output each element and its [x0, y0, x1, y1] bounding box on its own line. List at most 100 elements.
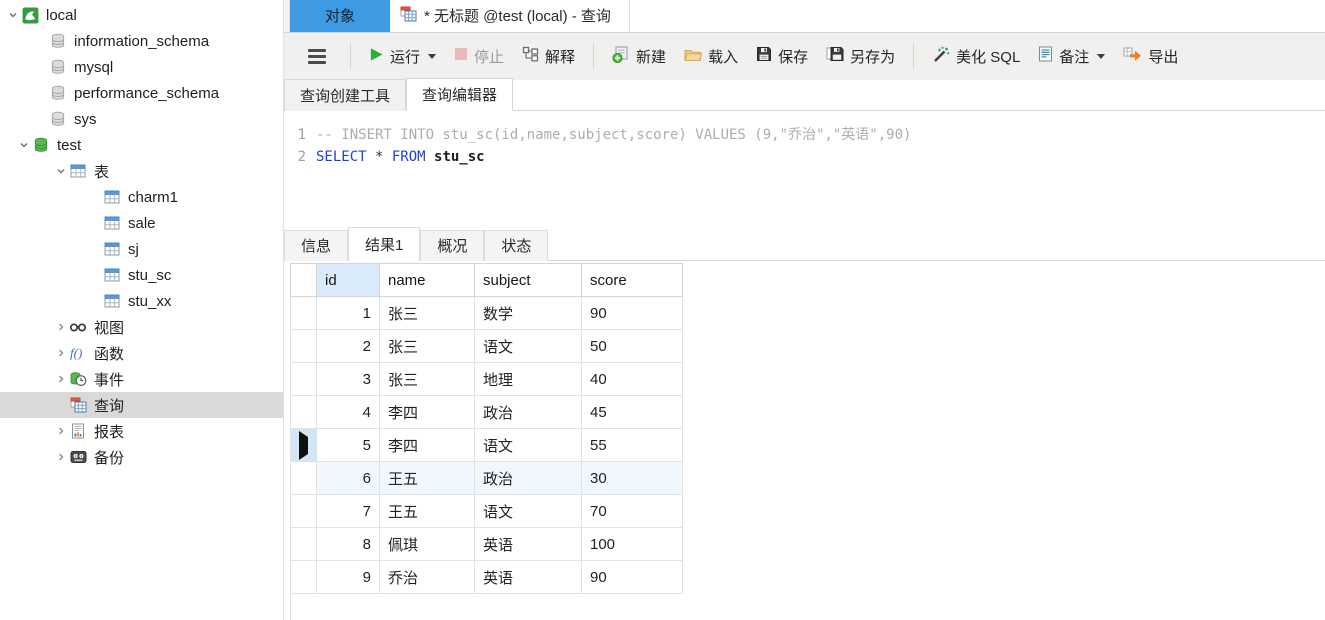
cell-name[interactable]: 李四	[379, 428, 475, 462]
row-selector[interactable]	[290, 329, 317, 363]
tree-item-information-schema[interactable]: information_schema	[0, 28, 283, 54]
cell-name[interactable]: 李四	[379, 395, 475, 429]
tree-item-views[interactable]: 视图	[0, 314, 283, 340]
tree-item-sj[interactable]: sj	[0, 236, 283, 262]
cell-subject[interactable]: 语文	[474, 329, 582, 363]
cell-score[interactable]: 70	[581, 494, 683, 528]
save-button[interactable]: 保存	[752, 42, 812, 71]
tree-item-charm1[interactable]: charm1	[0, 184, 283, 210]
row-selector-header[interactable]	[290, 263, 317, 297]
cell-subject[interactable]: 政治	[474, 461, 582, 495]
row-selector[interactable]	[290, 296, 317, 330]
column-header-name[interactable]: name	[379, 263, 475, 297]
tree-item-query[interactable]: 查询	[0, 392, 283, 418]
tree-item-mysql[interactable]: mysql	[0, 54, 283, 80]
cell-score[interactable]: 30	[581, 461, 683, 495]
cell-name[interactable]: 王五	[379, 494, 475, 528]
run-button[interactable]: 运行	[365, 42, 440, 71]
tree-item-test[interactable]: test	[0, 132, 283, 158]
cell-name[interactable]: 张三	[379, 296, 475, 330]
menu-button[interactable]	[298, 41, 336, 72]
cell-name[interactable]: 乔治	[379, 560, 475, 594]
sql-editor[interactable]: 1 -- INSERT INTO stu_sc(id,name,subject,…	[284, 110, 1325, 230]
tab-status[interactable]: 状态	[484, 230, 549, 261]
tree-item-performance-schema[interactable]: performance_schema	[0, 80, 283, 106]
report-icon	[69, 423, 87, 439]
cell-id[interactable]: 5	[316, 428, 380, 462]
cell-id[interactable]: 3	[316, 362, 380, 396]
tree-item-sys[interactable]: sys	[0, 106, 283, 132]
cell-id[interactable]: 9	[316, 560, 380, 594]
row-selector[interactable]	[290, 494, 317, 528]
tree-item-sale[interactable]: sale	[0, 210, 283, 236]
database-icon	[49, 59, 67, 75]
export-button[interactable]: 导出	[1119, 42, 1182, 71]
cell-subject[interactable]: 语文	[474, 428, 582, 462]
row-selector[interactable]	[290, 362, 317, 396]
save-as-button[interactable]: 另存为	[822, 42, 899, 71]
cell-name[interactable]: 佩琪	[379, 527, 475, 561]
tab-overview[interactable]: 概况	[420, 230, 485, 261]
cell-id[interactable]: 8	[316, 527, 380, 561]
tree-item-tables[interactable]: 表	[0, 158, 283, 184]
chevron-down-icon[interactable]	[52, 165, 69, 177]
cell-id[interactable]: 1	[316, 296, 380, 330]
chevron-right-icon[interactable]	[52, 425, 69, 437]
cell-subject[interactable]: 语文	[474, 494, 582, 528]
chevron-down-icon[interactable]	[15, 139, 32, 151]
cell-score[interactable]: 40	[581, 362, 683, 396]
tab-query-editor[interactable]: 查询编辑器	[406, 77, 514, 111]
chevron-right-icon[interactable]	[52, 321, 69, 333]
tree-item-stu-xx[interactable]: stu_xx	[0, 288, 283, 314]
tree-item-reports[interactable]: 报表	[0, 418, 283, 444]
tab-query[interactable]: * 无标题 @test (local) - 查询	[390, 0, 630, 32]
cell-subject[interactable]: 政治	[474, 395, 582, 429]
cell-name[interactable]: 王五	[379, 461, 475, 495]
cell-id[interactable]: 2	[316, 329, 380, 363]
cell-name[interactable]: 张三	[379, 329, 475, 363]
cell-score[interactable]: 90	[581, 560, 683, 594]
note-button[interactable]: 备注	[1034, 42, 1109, 71]
column-header-subject[interactable]: subject	[474, 263, 582, 297]
chevron-right-icon[interactable]	[52, 373, 69, 385]
column-header-id[interactable]: id	[316, 263, 380, 297]
views-icon	[69, 319, 87, 335]
row-selector[interactable]	[290, 560, 317, 594]
tab-objects[interactable]: 对象	[290, 0, 390, 32]
chevron-right-icon[interactable]	[52, 451, 69, 463]
tree-item-functions[interactable]: f() 函数	[0, 340, 283, 366]
cell-id[interactable]: 6	[316, 461, 380, 495]
tree-item-events[interactable]: 事件	[0, 366, 283, 392]
stop-button[interactable]: 停止	[450, 42, 508, 71]
tree-item-backup[interactable]: 备份	[0, 444, 283, 470]
new-icon	[612, 46, 630, 67]
cell-id[interactable]: 7	[316, 494, 380, 528]
cell-score[interactable]: 90	[581, 296, 683, 330]
tab-info[interactable]: 信息	[284, 230, 349, 261]
cell-score[interactable]: 55	[581, 428, 683, 462]
tree-item-stu-sc[interactable]: stu_sc	[0, 262, 283, 288]
row-selector[interactable]	[290, 527, 317, 561]
cell-subject[interactable]: 英语	[474, 527, 582, 561]
cell-subject[interactable]: 数学	[474, 296, 582, 330]
tree-item-local[interactable]: local	[0, 2, 283, 28]
cell-id[interactable]: 4	[316, 395, 380, 429]
tab-result1[interactable]: 结果1	[348, 227, 421, 261]
row-selector[interactable]	[290, 461, 317, 495]
explain-button[interactable]: 解释	[518, 42, 579, 71]
cell-score[interactable]: 100	[581, 527, 683, 561]
cell-score[interactable]: 45	[581, 395, 683, 429]
load-button[interactable]: 载入	[680, 42, 742, 71]
cell-subject[interactable]: 英语	[474, 560, 582, 594]
new-query-button[interactable]: 新建	[608, 42, 670, 71]
chevron-right-icon[interactable]	[52, 347, 69, 359]
row-selector[interactable]	[290, 395, 317, 429]
cell-score[interactable]: 50	[581, 329, 683, 363]
cell-name[interactable]: 张三	[379, 362, 475, 396]
chevron-down-icon[interactable]	[4, 9, 21, 21]
cell-subject[interactable]: 地理	[474, 362, 582, 396]
current-row-marker[interactable]	[290, 428, 317, 462]
column-header-score[interactable]: score	[581, 263, 683, 297]
beautify-sql-button[interactable]: 美化 SQL	[928, 42, 1024, 71]
tab-query-builder[interactable]: 查询创建工具	[284, 78, 407, 111]
